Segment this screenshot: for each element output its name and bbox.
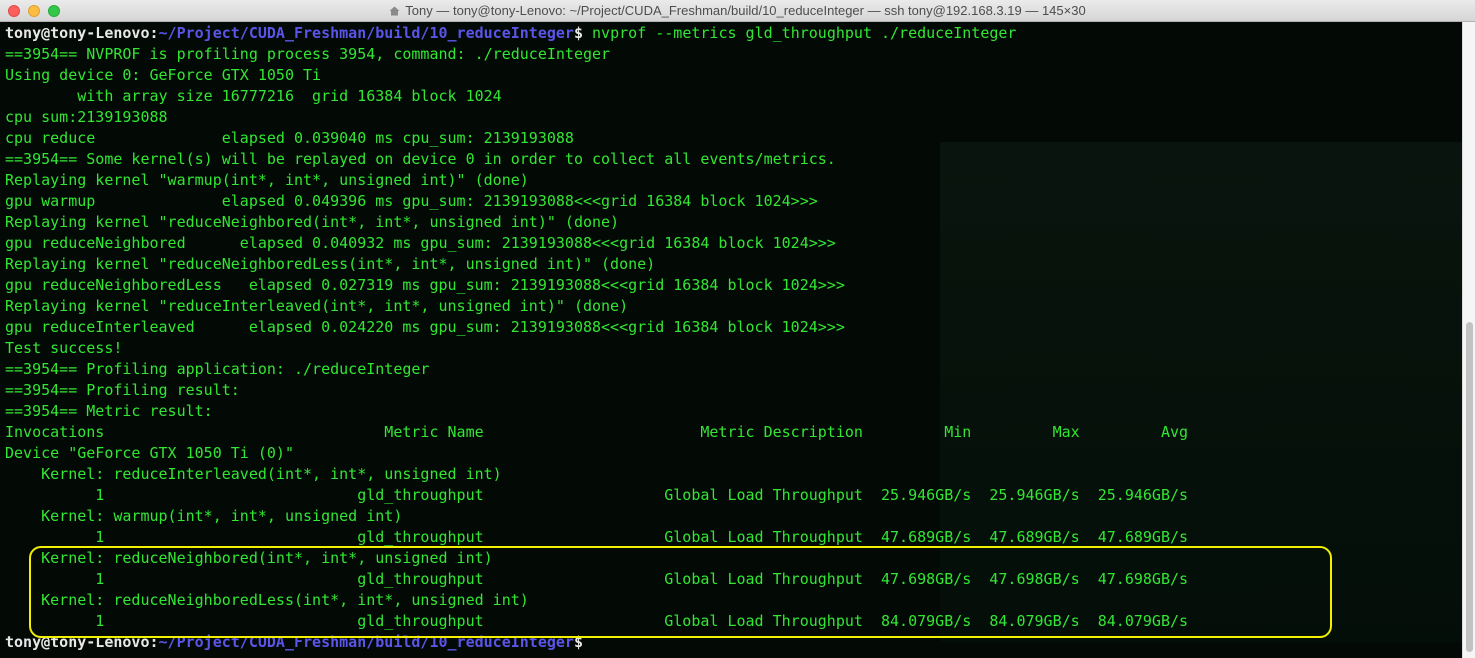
command-line: tony@tony-Lenovo:~/Project/CUDA_Freshman… bbox=[5, 23, 1016, 44]
output-line: Replaying kernel "reduceInterleaved(int*… bbox=[5, 297, 629, 315]
output-line: Replaying kernel "reduceNeighboredLess(i… bbox=[5, 255, 656, 273]
output-line: Replaying kernel "warmup(int*, int*, uns… bbox=[5, 171, 529, 189]
output-line: Test success! bbox=[5, 339, 123, 357]
home-icon bbox=[389, 6, 400, 16]
terminal-content[interactable]: tony@tony-Lenovo:~/Project/CUDA_Freshman… bbox=[0, 22, 1462, 658]
scrollbar-thumb[interactable] bbox=[1466, 322, 1473, 652]
output-line: ==3954== Profiling result: bbox=[5, 381, 240, 399]
output-line: Using device 0: GeForce GTX 1050 Ti bbox=[5, 66, 322, 84]
highlight-box bbox=[29, 546, 1332, 638]
output-line: Device "GeForce GTX 1050 Ti (0)" bbox=[5, 444, 294, 462]
output-line: ==3954== Metric result: bbox=[5, 402, 213, 420]
output-line: ==3954== Some kernel(s) will be replayed… bbox=[5, 150, 836, 168]
metric-row: 1 gld_throughput Global Load Throughput … bbox=[5, 528, 1189, 546]
kernel-line: Kernel: reduceInterleaved(int*, int*, un… bbox=[5, 465, 502, 483]
prompt-dollar: $ bbox=[573, 24, 583, 42]
metric-row: 1 gld_throughput Global Load Throughput … bbox=[5, 486, 1189, 504]
output-line: Replaying kernel "reduceNeighbored(int*,… bbox=[5, 213, 620, 231]
window-title-container: Tony — tony@tony-Lenovo: ~/Project/CUDA_… bbox=[0, 0, 1475, 22]
output-line: cpu sum:2139193088 bbox=[5, 108, 168, 126]
kernel-line: Kernel: warmup(int*, int*, unsigned int) bbox=[5, 507, 403, 525]
output-line: gpu warmup elapsed 0.049396 ms gpu_sum: … bbox=[5, 192, 818, 210]
output-line: with array size 16777216 grid 16384 bloc… bbox=[5, 87, 502, 105]
window-title: Tony — tony@tony-Lenovo: ~/Project/CUDA_… bbox=[405, 3, 1086, 18]
vertical-scrollbar[interactable] bbox=[1462, 22, 1475, 658]
output-line: gpu reduceNeighbored elapsed 0.040932 ms… bbox=[5, 234, 836, 252]
output-line: cpu reduce elapsed 0.039040 ms cpu_sum: … bbox=[5, 129, 574, 147]
terminal-window: Tony — tony@tony-Lenovo: ~/Project/CUDA_… bbox=[0, 0, 1475, 658]
prompt-path: ~/Project/CUDA_Freshman/build/10_reduceI… bbox=[158, 24, 574, 42]
output-line: ==3954== NVPROF is profiling process 395… bbox=[5, 45, 611, 63]
command-text: nvprof --metrics gld_throughput ./reduce… bbox=[582, 24, 1017, 42]
output-line: gpu reduceNeighboredLess elapsed 0.02731… bbox=[5, 276, 845, 294]
prompt-separator: : bbox=[149, 24, 159, 42]
output-line: gpu reduceInterleaved elapsed 0.024220 m… bbox=[5, 318, 845, 336]
metric-header-line: Invocations Metric Name Metric Descripti… bbox=[5, 423, 1189, 441]
output-line: ==3954== Profiling application: ./reduce… bbox=[5, 360, 430, 378]
title-bar[interactable]: Tony — tony@tony-Lenovo: ~/Project/CUDA_… bbox=[0, 0, 1475, 22]
prompt-user: tony@tony-Lenovo bbox=[5, 24, 150, 42]
